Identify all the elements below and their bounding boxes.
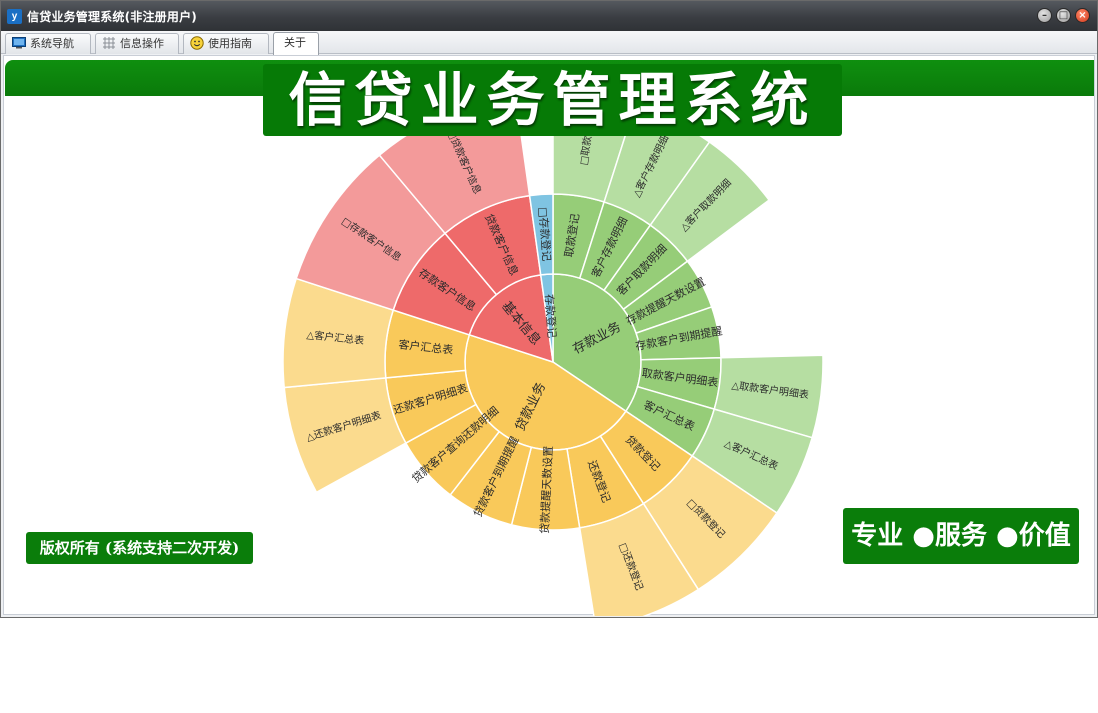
maximize-button[interactable]: □ — [1056, 8, 1071, 23]
about-panel: 存款业务 贷款业务 基本信息 存款登记 取款登记 □取款登 客户存款明细 △客户存款明细 客户取… — [3, 55, 1095, 616]
title-bar[interactable]: y 信贷业务管理系统(非注册用户) – □ × — [1, 1, 1097, 31]
tab-info-operation[interactable]: 信息操作 — [95, 33, 179, 54]
close-icon: × — [1078, 10, 1087, 21]
tab-label: 系统导航 — [30, 37, 74, 50]
copyright-badge: 版权所有 (系统支持二次开发) — [26, 532, 253, 564]
slogan-badge: 专业 ●服务 ●价值 — [843, 508, 1079, 564]
close-button[interactable]: × — [1075, 8, 1090, 23]
tab-label: 使用指南 — [208, 37, 252, 50]
smiley-icon — [190, 36, 204, 50]
system-title: 信贷业务管理系统 — [263, 64, 842, 136]
grid-icon — [103, 37, 115, 49]
tab-user-guide[interactable]: 使用指南 — [183, 33, 269, 54]
tab-label: 信息操作 — [120, 37, 164, 50]
monitor-icon — [12, 37, 26, 49]
app-logo-icon: y — [7, 9, 22, 24]
tab-bar: 系统导航 信息操作 使用指南 关于 — [1, 31, 1097, 55]
minimize-button[interactable]: – — [1037, 8, 1052, 23]
app-window: y 信贷业务管理系统(非注册用户) – □ × 系统导航 信息操作 使用指南 关… — [0, 0, 1098, 618]
tab-system-navigation[interactable]: 系统导航 — [5, 33, 91, 54]
window-title: 信贷业务管理系统(非注册用户) — [27, 10, 197, 24]
minimize-icon: – — [1042, 10, 1047, 21]
maximize-icon: □ — [1058, 10, 1069, 21]
tab-label: 关于 — [284, 36, 306, 49]
tab-about[interactable]: 关于 — [273, 32, 319, 55]
sunburst-segment-level3[interactable] — [283, 377, 407, 494]
